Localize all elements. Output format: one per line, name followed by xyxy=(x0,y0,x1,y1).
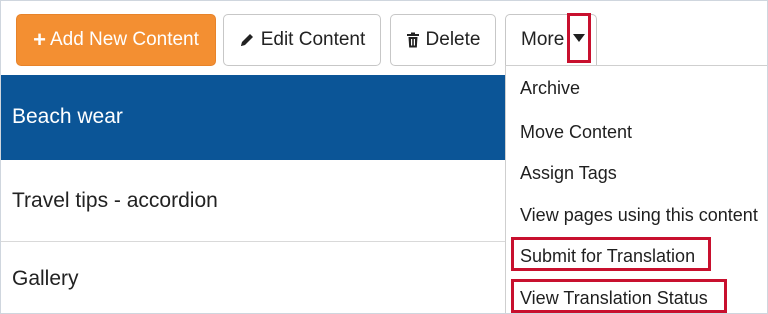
list-item[interactable]: Travel tips - accordion xyxy=(1,160,511,242)
more-label: More xyxy=(521,29,565,50)
delete-label: Delete xyxy=(425,29,481,50)
highlight-outline-status xyxy=(511,279,727,313)
highlight-outline-submit xyxy=(511,237,711,271)
add-new-content-button[interactable]: + Add New Content xyxy=(16,14,216,66)
trash-icon xyxy=(406,32,420,48)
list-item[interactable]: Gallery xyxy=(1,242,511,313)
menu-item-assign-tags[interactable]: Assign Tags xyxy=(520,163,617,184)
add-new-content-label: Add New Content xyxy=(49,29,199,50)
edit-content-label: Edit Content xyxy=(260,29,366,50)
delete-button[interactable]: Delete xyxy=(390,14,496,66)
list-item-title: Beach wear xyxy=(12,105,123,128)
menu-item-view-pages[interactable]: View pages using this content xyxy=(520,205,758,226)
edit-content-button[interactable]: Edit Content xyxy=(223,14,381,66)
menu-item-archive[interactable]: Archive xyxy=(520,78,580,99)
pencil-icon xyxy=(239,32,255,48)
plus-icon: + xyxy=(33,27,46,52)
action-toolbar: + Add New Content Edit Content Delete Mo… xyxy=(1,1,767,75)
list-item-title: Gallery xyxy=(12,267,79,290)
caret-down-icon[interactable] xyxy=(567,13,591,63)
content-manager: + Add New Content Edit Content Delete Mo… xyxy=(0,0,768,314)
menu-item-move-content[interactable]: Move Content xyxy=(520,122,632,143)
list-item[interactable]: Beach wear xyxy=(1,75,511,160)
more-dropdown-menu: Archive Move Content Assign Tags View pa… xyxy=(505,65,767,313)
list-item-title: Travel tips - accordion xyxy=(12,188,218,212)
